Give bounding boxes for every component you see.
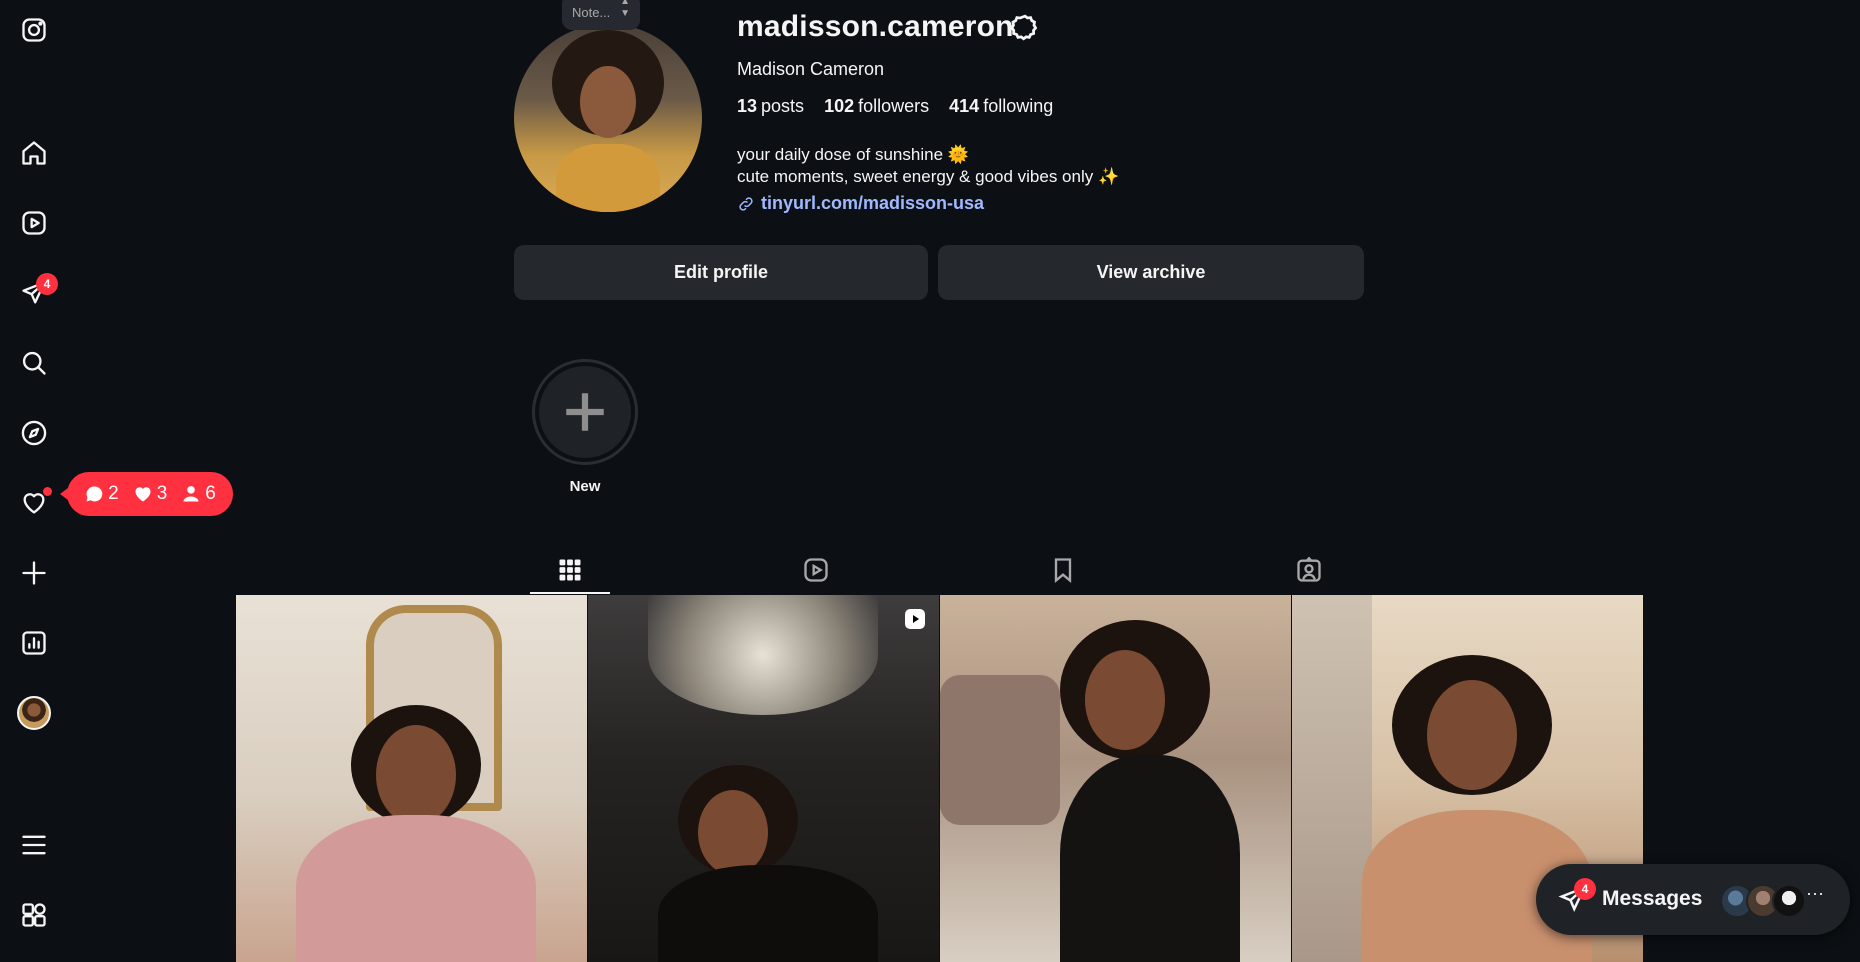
- followers-stat[interactable]: 102 followers: [824, 96, 929, 117]
- note-arrows-icon: ▲ ▼: [620, 0, 630, 19]
- sidebar: 4: [0, 0, 68, 962]
- active-tab-indicator: [530, 592, 610, 594]
- avatar: [17, 696, 51, 730]
- heart-icon: [135, 487, 151, 502]
- comment-icon: [86, 486, 103, 502]
- bio-line-1: your daily dose of sunshine 🌞: [737, 145, 969, 164]
- new-highlight-button[interactable]: [532, 359, 638, 465]
- profile-stats: 13 posts 102 followers 414 following: [737, 96, 1053, 117]
- messages-pill[interactable]: 4 Messages ···: [1536, 864, 1850, 935]
- tab-reels[interactable]: [776, 546, 856, 594]
- explore-icon[interactable]: [14, 413, 54, 453]
- home-icon[interactable]: [14, 133, 54, 173]
- tagged-icon: [1297, 556, 1321, 582]
- bookmark-icon: [1054, 558, 1072, 583]
- settings-icon[interactable]: [1010, 13, 1040, 43]
- edit-profile-button[interactable]: Edit profile: [514, 245, 928, 300]
- following-stat[interactable]: 414 following: [949, 96, 1053, 117]
- more-apps-icon[interactable]: [14, 895, 54, 935]
- messages-pill-icon: 4: [1558, 878, 1596, 916]
- post-3[interactable]: [940, 595, 1291, 962]
- note-bubble[interactable]: Note... ▲ ▼: [562, 0, 640, 30]
- post-1[interactable]: [236, 595, 587, 962]
- bio-line-2: cute moments, sweet energy & good vibes …: [737, 167, 1120, 186]
- posts-stat: 13 posts: [737, 96, 805, 116]
- username: madisson.cameron: [737, 10, 1014, 43]
- messages-icon[interactable]: 4: [14, 273, 58, 313]
- notification-dot: [43, 487, 52, 496]
- dashboard-icon[interactable]: [14, 623, 54, 663]
- messages-badge: 4: [36, 273, 58, 295]
- activity-notification-pill[interactable]: 2 3 6: [60, 472, 233, 516]
- bio-link[interactable]: tinyurl.com/madisson-usa: [737, 193, 984, 214]
- comments-count: 2: [84, 483, 119, 505]
- tab-saved[interactable]: [1023, 546, 1103, 594]
- tab-posts[interactable]: [530, 546, 610, 594]
- create-icon[interactable]: [14, 553, 54, 593]
- notifications-icon[interactable]: [14, 483, 54, 523]
- messages-pill-badge: 4: [1574, 878, 1596, 900]
- reels-icon[interactable]: [14, 203, 54, 243]
- tab-tagged[interactable]: [1269, 546, 1349, 594]
- reels-tab-icon: [804, 558, 828, 582]
- follows-count: 6: [181, 483, 216, 505]
- posts-grid: [236, 595, 1643, 962]
- search-icon[interactable]: [14, 343, 54, 383]
- person-icon: [183, 486, 199, 502]
- grid-icon: [559, 559, 581, 581]
- more-dots-icon: ···: [1806, 883, 1824, 903]
- post-2[interactable]: [588, 595, 939, 962]
- instagram-icon[interactable]: [14, 10, 54, 50]
- avatar: [1772, 884, 1806, 918]
- reel-indicator-icon: [903, 607, 927, 631]
- full-name: Madison Cameron: [737, 59, 885, 79]
- menu-icon[interactable]: [14, 825, 54, 865]
- new-highlight-label: New: [569, 478, 601, 495]
- profile-icon[interactable]: [14, 693, 54, 733]
- profile-avatar[interactable]: [514, 24, 702, 212]
- messages-label: Messages: [1602, 887, 1703, 910]
- bio: your daily dose of sunshine 🌞 cute momen…: [737, 144, 1119, 188]
- view-archive-button[interactable]: View archive: [938, 245, 1364, 300]
- link-icon: [739, 196, 753, 211]
- plus-icon: [566, 393, 604, 431]
- likes-count: 3: [133, 483, 167, 505]
